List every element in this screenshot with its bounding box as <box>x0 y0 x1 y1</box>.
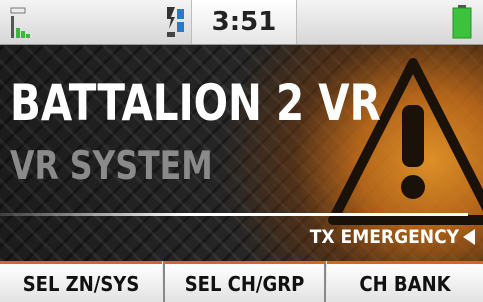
status-bar: 3:51 <box>0 0 483 45</box>
softkey-sel-zn-sys[interactable]: SEL ZN/SYS <box>0 261 162 302</box>
left-arrow-icon <box>463 229 475 245</box>
main-display: BATTALION 2 VR VR SYSTEM TX EMERGENCY <box>0 45 483 261</box>
battery-full-icon <box>452 5 472 39</box>
softkey-bar: SEL ZN/SYS SEL CH/GRP CH BANK <box>0 261 483 302</box>
tx-status-label: TX EMERGENCY <box>309 226 459 248</box>
divider-line <box>0 213 468 216</box>
clock: 3:51 <box>191 0 297 44</box>
system-title: BATTALION 2 VR <box>10 74 381 132</box>
system-subtitle: VR SYSTEM <box>10 144 213 189</box>
channel-scan-icon <box>167 7 184 37</box>
signal-strength-icon <box>10 7 30 38</box>
softkey-sel-ch-grp[interactable]: SEL CH/GRP <box>163 261 326 302</box>
softkey-ch-bank[interactable]: CH BANK <box>327 261 483 302</box>
